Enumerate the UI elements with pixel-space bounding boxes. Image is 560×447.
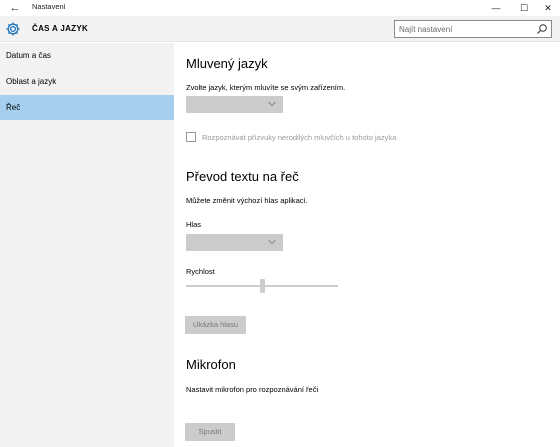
search-input[interactable] [399, 23, 527, 35]
sidebar-item-oblast-a-jazyk[interactable]: Oblast a jazyk [0, 69, 174, 94]
speed-slider-thumb[interactable] [259, 279, 265, 293]
main-content: Mluvený jazyk Zvolte jazyk, kterým mluví… [174, 43, 560, 447]
gear-icon [6, 22, 20, 36]
speed-label: Rychlost [186, 267, 215, 276]
accent-recognition-label: Rozpoznávat přízvuky nerodilých mluvčích… [202, 133, 397, 142]
title-bar: ← Nastavení — ☐ ✕ [0, 0, 560, 16]
spoken-language-description: Zvolte jazyk, kterým mluvíte se svým zař… [186, 83, 346, 92]
spoken-language-heading: Mluvený jazyk [186, 56, 268, 71]
tts-description: Můžete změnit výchozí hlas aplikací. [186, 196, 308, 205]
sidebar: Datum a čas Oblast a jazyk Řeč [0, 43, 174, 447]
page-title: ČAS A JAZYK [32, 24, 89, 33]
microphone-heading: Mikrofon [186, 357, 236, 372]
back-arrow-icon[interactable]: ← [8, 1, 22, 15]
voice-sample-button[interactable]: Ukázka hlasu [185, 316, 247, 334]
start-button[interactable]: Spustit [185, 423, 235, 441]
sidebar-item-rec[interactable]: Řeč [0, 95, 174, 120]
voice-label: Hlas [186, 220, 202, 229]
tts-heading: Převod textu na řeč [186, 169, 299, 184]
search-icon[interactable] [536, 23, 548, 35]
window-title: Nastavení [32, 2, 66, 11]
sidebar-item-datum-a-cas[interactable]: Datum a čas [0, 43, 174, 68]
chevron-down-icon [268, 101, 276, 107]
microphone-description: Nastavit mikrofon pro rozpoznávání řeči [186, 385, 319, 394]
voice-dropdown[interactable] [186, 234, 283, 251]
page-header: ČAS A JAZYK [0, 16, 560, 42]
spoken-language-dropdown[interactable] [186, 96, 283, 113]
close-button[interactable]: ✕ [534, 0, 560, 16]
minimize-button[interactable]: — [482, 0, 510, 16]
accent-recognition-checkbox[interactable] [186, 132, 196, 142]
search-box[interactable] [394, 20, 552, 38]
chevron-down-icon [268, 239, 276, 245]
